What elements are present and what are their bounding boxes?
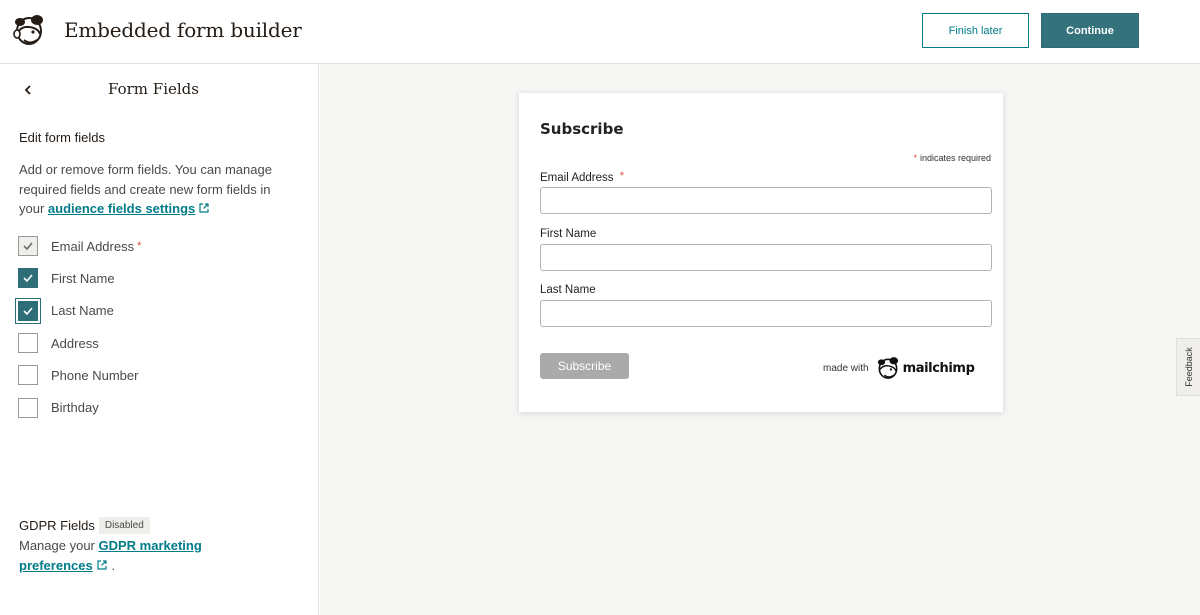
form-preview-card: Subscribe * indicates required Email Addr… bbox=[519, 93, 1003, 412]
gdpr-text-end: . bbox=[111, 557, 115, 573]
field-row-address: Address bbox=[18, 327, 141, 359]
required-note-text: indicates required bbox=[919, 153, 991, 163]
form-preview-canvas: Subscribe * indicates required Email Addr… bbox=[320, 64, 1200, 615]
mailchimp-logo-icon bbox=[877, 357, 898, 379]
phone-number-checkbox[interactable] bbox=[18, 365, 38, 386]
required-asterisk: * bbox=[619, 170, 624, 182]
field-row-first-name: First Name bbox=[18, 262, 141, 294]
external-link-icon bbox=[97, 559, 107, 570]
check-icon bbox=[23, 242, 33, 251]
field-row-phone-number: Phone Number bbox=[18, 359, 141, 391]
gdpr-text: Manage your GDPR marketing preferences . bbox=[19, 536, 249, 575]
gdpr-text-body: Manage your bbox=[19, 538, 99, 553]
feedback-label: Feedback bbox=[1183, 347, 1194, 387]
made-with-mailchimp-badge[interactable]: made with mailchimp bbox=[823, 355, 975, 381]
check-icon bbox=[23, 274, 33, 283]
last-name-label: Last Name bbox=[540, 284, 596, 296]
feedback-tab[interactable]: Feedback bbox=[1176, 338, 1200, 396]
first-name-label: First Name bbox=[540, 228, 597, 240]
continue-button[interactable]: Continue bbox=[1041, 13, 1139, 48]
field-row-email-address: Email Address * bbox=[18, 230, 141, 262]
email-address-label-text: Email Address bbox=[540, 172, 614, 184]
form-heading: Subscribe bbox=[540, 120, 624, 138]
required-asterisk: * bbox=[137, 240, 142, 253]
top-header: Embedded form builder Finish later Conti… bbox=[0, 0, 1200, 64]
form-fields-sidebar: Form Fields Edit form fields Add or remo… bbox=[0, 64, 319, 615]
made-with-text: made with bbox=[823, 362, 869, 374]
external-link-icon bbox=[199, 203, 209, 213]
mailchimp-wordmark: mailchimp bbox=[902, 360, 975, 376]
finish-later-button[interactable]: Finish later bbox=[922, 13, 1029, 48]
field-label: Email Address bbox=[51, 238, 135, 254]
email-address-checkbox[interactable] bbox=[18, 236, 38, 257]
field-checkbox-list: Email Address * First Name Last Name Add… bbox=[18, 230, 141, 424]
field-label: Address bbox=[51, 335, 99, 351]
first-name-checkbox[interactable] bbox=[18, 268, 38, 289]
field-label: Phone Number bbox=[51, 367, 139, 383]
field-row-last-name: Last Name bbox=[18, 295, 141, 327]
email-address-label: Email Address * bbox=[540, 170, 624, 184]
app-title: Embedded form builder bbox=[64, 18, 302, 42]
subscribe-button[interactable]: Subscribe bbox=[540, 353, 629, 379]
status-badge: Disabled bbox=[98, 517, 150, 534]
panel-title: Form Fields bbox=[108, 80, 199, 98]
last-name-checkbox[interactable] bbox=[18, 300, 38, 321]
gdpr-title: GDPR Fields Disabled bbox=[19, 517, 150, 534]
gdpr-title-text: GDPR Fields bbox=[19, 518, 95, 533]
first-name-input[interactable] bbox=[540, 244, 992, 271]
check-icon bbox=[23, 307, 33, 315]
section-heading: Edit form fields bbox=[19, 130, 105, 145]
required-note: * indicates required bbox=[913, 153, 991, 163]
field-label: Last Name bbox=[51, 303, 114, 319]
help-text: Add or remove form fields. You can manag… bbox=[19, 160, 299, 219]
required-asterisk: * bbox=[913, 153, 917, 163]
email-address-input[interactable] bbox=[540, 187, 992, 214]
address-checkbox[interactable] bbox=[18, 333, 38, 354]
field-label: Birthday bbox=[51, 400, 99, 416]
field-label: First Name bbox=[51, 270, 115, 286]
last-name-input[interactable] bbox=[540, 300, 992, 327]
audience-fields-settings-link[interactable]: audience fields settings bbox=[48, 201, 195, 216]
mailchimp-logo-icon[interactable] bbox=[12, 12, 46, 48]
birthday-checkbox[interactable] bbox=[18, 397, 38, 418]
field-row-birthday: Birthday bbox=[18, 391, 141, 423]
